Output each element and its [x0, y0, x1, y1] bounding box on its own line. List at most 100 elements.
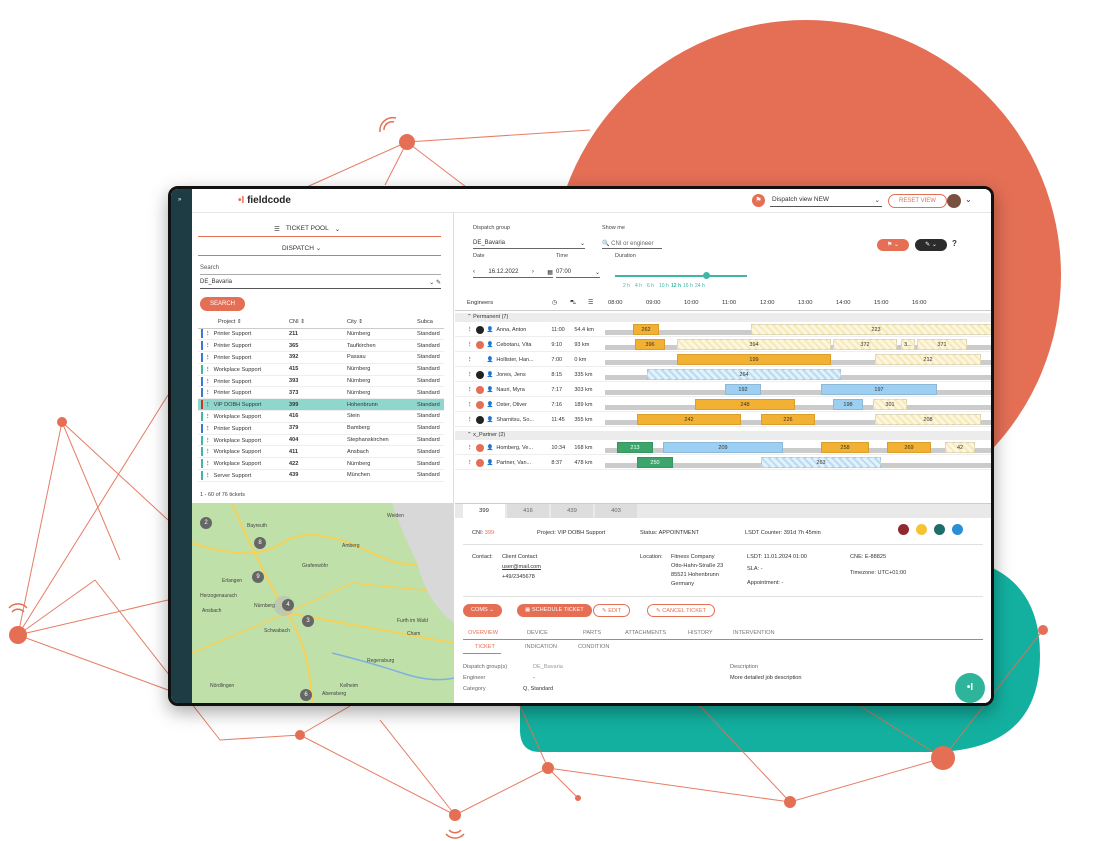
drag-handle-icon[interactable]: ⋮: [205, 331, 211, 337]
table-row[interactable]: ⋮ Printer Support 365 Taufkirchen Standar…: [198, 339, 444, 353]
schedule-ticket-button[interactable]: ▦ SCHEDULE TICKET: [517, 604, 592, 617]
status-circle-icon[interactable]: [952, 524, 963, 535]
appointment-block[interactable]: 248: [695, 399, 795, 410]
drag-handle-icon[interactable]: ⋮: [467, 387, 473, 393]
drag-handle-icon[interactable]: ⋮: [205, 449, 211, 455]
drag-handle-icon[interactable]: ⋮: [205, 414, 211, 420]
appointment-block[interactable]: 258: [821, 442, 869, 453]
appointment-block[interactable]: 197: [821, 384, 937, 395]
engineer-row[interactable]: ⋮ 👤 Jones, Jens 8:15 335 km 264: [455, 368, 991, 382]
appointment-block[interactable]: 371: [917, 339, 967, 350]
subtab-ticket[interactable]: TICKET: [475, 644, 495, 650]
time-select[interactable]: 07:00 ⌄: [556, 269, 600, 278]
appointment-block[interactable]: 264: [647, 369, 841, 380]
ticket-tab[interactable]: 439: [551, 504, 593, 518]
engineer-row[interactable]: ⋮ 👤 Sharnitsu, So... 11:45 355 km 242 226 208: [455, 413, 991, 427]
dispatch-selector[interactable]: DISPATCH ⌄: [282, 244, 321, 252]
engineer-row[interactable]: ⋮ 👤 Hollister, Han... 7:00 0 km 199 212: [455, 353, 991, 367]
appointment-block[interactable]: 42: [945, 442, 975, 453]
dispatch-view-selector[interactable]: ⚑ Dispatch view NEW ⌄: [752, 194, 882, 207]
help-icon[interactable]: ?: [952, 239, 957, 248]
ticket-tab[interactable]: 403: [595, 504, 637, 518]
avatar[interactable]: [947, 194, 961, 208]
drag-handle-icon[interactable]: ⋮: [205, 402, 211, 408]
duration-option[interactable]: 16 h: [683, 283, 693, 289]
appointment-block[interactable]: 372: [833, 339, 897, 350]
search-button[interactable]: SEARCH: [200, 297, 246, 311]
search-input[interactable]: [200, 274, 441, 275]
table-row[interactable]: ⋮ VIP DOBH Support 399 Hohenbrunn Standar…: [198, 398, 444, 412]
next-day-icon[interactable]: ›: [532, 269, 534, 276]
duration-slider[interactable]: [615, 275, 747, 277]
duration-option[interactable]: 6 h: [647, 283, 654, 289]
appointment-block[interactable]: 242: [637, 414, 741, 425]
table-row[interactable]: ⋮ Workplace Support 404 Stephanskirchen S…: [198, 434, 444, 447]
engineer-row[interactable]: ⋮ 👤 Nauri, Myra 7:17 303 km 192 197: [455, 383, 991, 397]
table-row[interactable]: ⋮ Server Support 439 München Standard: [198, 469, 444, 482]
table-row[interactable]: ⋮ Printer Support 373 Nürnberg Standard: [198, 386, 444, 400]
filter-icon[interactable]: ☰: [588, 300, 593, 306]
subtab-attachments[interactable]: ATTACHMENTS: [625, 630, 666, 636]
drag-handle-icon[interactable]: ⋮: [467, 372, 473, 378]
duration-option[interactable]: 2 h: [623, 283, 630, 289]
subtab-overview[interactable]: OVERVIEW: [468, 630, 498, 636]
subtab-device[interactable]: DEVICE: [527, 630, 548, 636]
section-permanent[interactable]: ⌃ Permanent (7): [455, 313, 991, 322]
duration-option[interactable]: 10 h: [659, 283, 669, 289]
appointment-block[interactable]: 192: [725, 384, 761, 395]
ticket-tab[interactable]: 416: [507, 504, 549, 518]
col-cni[interactable]: CNI ⇕: [286, 317, 344, 329]
appointment-block[interactable]: 301: [873, 399, 907, 410]
engineer-row[interactable]: ⋮ 👤 Homberg, Ve... 10:34 168 km 213 209 258 269 4…: [455, 441, 991, 455]
engineer-row[interactable]: ⋮ 👤 Cebotaru, Vita 9:10 93 km 396 394 372 3... 37…: [455, 338, 991, 352]
appointment-block[interactable]: 226: [761, 414, 815, 425]
show-me-input[interactable]: 🔍 CNI or engineer: [602, 240, 662, 249]
expand-icon[interactable]: »: [178, 197, 181, 203]
notify-button[interactable]: ⚑ ⌄: [877, 239, 909, 251]
status-circle-icon[interactable]: [898, 524, 909, 535]
appointment-block[interactable]: 3...: [901, 339, 915, 350]
section-partner[interactable]: ⌃ x_Partner (2): [455, 431, 991, 440]
status-circle-icon[interactable]: [916, 524, 927, 535]
map-cluster-pin[interactable]: 8: [254, 537, 266, 549]
calendar-icon[interactable]: ▦: [547, 269, 553, 276]
table-row[interactable]: ⋮ Workplace Support 415 Nürnberg Standard: [198, 363, 444, 376]
drag-handle-icon[interactable]: ⋮: [205, 367, 211, 373]
map-cluster-pin[interactable]: 9: [252, 571, 264, 583]
table-row[interactable]: ⋮ Printer Support 392 Passau Standard: [198, 351, 444, 364]
dispatch-group-select[interactable]: DE_Bavaria ⌄: [473, 240, 585, 249]
drag-handle-icon[interactable]: ⋮: [205, 379, 211, 385]
appointment-block[interactable]: 250: [637, 457, 673, 468]
appointment-block[interactable]: 269: [887, 442, 931, 453]
collapse-icon[interactable]: ⌃: [467, 314, 472, 320]
drag-handle-icon[interactable]: ⋮: [467, 417, 473, 423]
drag-handle-icon[interactable]: ⋮: [467, 357, 473, 363]
subtab-condition[interactable]: CONDITION: [578, 644, 609, 650]
subtab-parts[interactable]: PARTS: [583, 630, 601, 636]
duration-option[interactable]: 24 h: [695, 283, 705, 289]
chevron-down-icon[interactable]: ⌄: [965, 195, 972, 204]
reset-view-button[interactable]: RESET VIEW: [888, 194, 947, 208]
map-panel[interactable]: Bayreuth Erlangen Nürnberg Regensburg Herzog…: [192, 503, 454, 703]
drag-handle-icon[interactable]: ⋮: [205, 473, 211, 479]
table-row[interactable]: ⋮ Workplace Support 411 Ansbach Standard: [198, 445, 444, 459]
duration-option[interactable]: 12 h: [671, 283, 681, 289]
ticket-pool-header[interactable]: ☰ TICKET POOL ⌄: [274, 225, 340, 233]
appointment-block[interactable]: 199: [677, 354, 831, 365]
col-project[interactable]: Project ⇕: [198, 317, 286, 329]
drag-handle-icon[interactable]: ⋮: [467, 460, 473, 466]
engineer-row[interactable]: ⋮ 👤 Oster, Oliver 7:16 189 km 248 198 301: [455, 398, 991, 412]
map-cluster-pin[interactable]: 2: [200, 517, 212, 529]
edit-button[interactable]: ✎ EDIT: [593, 604, 630, 617]
drag-handle-icon[interactable]: ⋮: [467, 327, 473, 333]
collapse-icon[interactable]: ⌃: [467, 432, 472, 438]
table-row[interactable]: ⋮ Printer Support 393 Nürnberg Standard: [198, 375, 444, 388]
tools-button[interactable]: ✎ ⌄: [915, 239, 947, 251]
fieldcode-assistant-button[interactable]: •I: [955, 673, 985, 703]
drag-handle-icon[interactable]: ⋮: [205, 355, 211, 361]
appointment-block[interactable]: 209: [663, 442, 783, 453]
contact-email[interactable]: user@mail.com: [502, 564, 541, 570]
drag-handle-icon[interactable]: ⋮: [467, 445, 473, 451]
table-row[interactable]: ⋮ Printer Support 211 Nürnberg Standard: [198, 328, 444, 341]
coms-button[interactable]: COMS ⌄: [463, 604, 503, 617]
